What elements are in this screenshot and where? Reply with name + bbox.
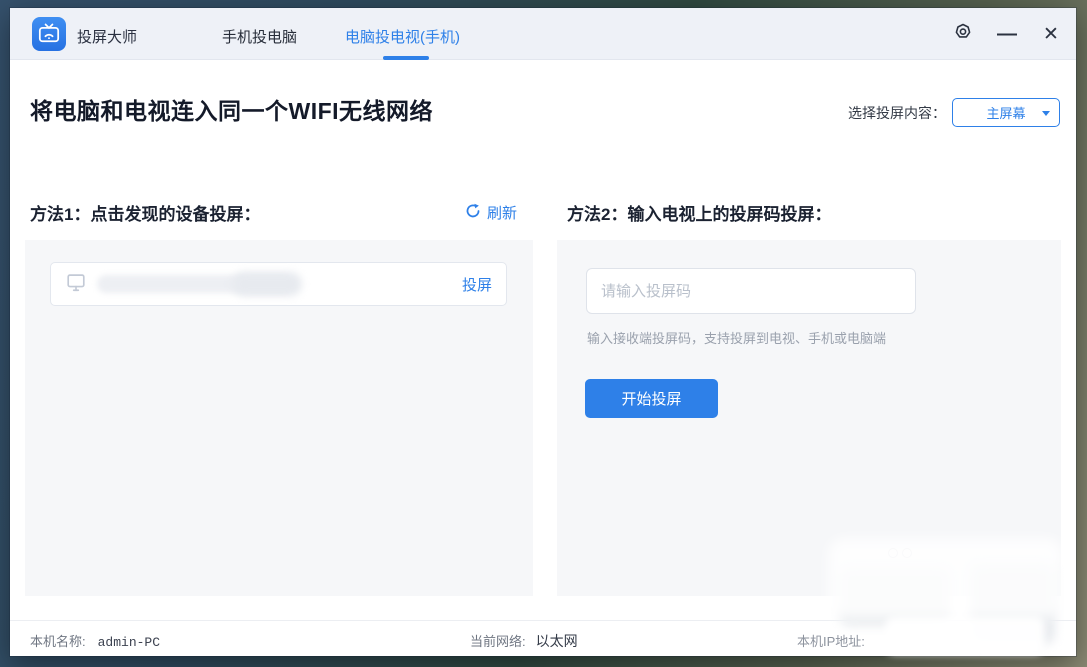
page-title: 将电脑和电视连入同一个WIFI无线网络 xyxy=(30,92,433,126)
titlebar: 投屏大师 手机投电脑 电脑投电视(手机) — ✕ xyxy=(10,8,1076,60)
current-network: 当前网络: 以太网 xyxy=(470,631,578,651)
statusbar: 本机名称: admin-PC 当前网络: 以太网 本机IP地址: xyxy=(10,620,1076,656)
method1-title: 方法1：点击发现的设备投屏： xyxy=(30,200,260,225)
app-title: 投屏大师 xyxy=(77,26,137,47)
cast-device-button[interactable]: 投屏 xyxy=(462,274,492,295)
tab-pc-to-tv[interactable]: 电脑投电视(手机) xyxy=(345,26,460,47)
cast-content-value: 主屏幕 xyxy=(986,103,1025,122)
minimize-button[interactable]: — xyxy=(996,23,1018,45)
host-name-value: admin-PC xyxy=(98,635,160,650)
close-icon: ✕ xyxy=(1043,23,1059,46)
start-cast-button[interactable]: 开始投屏 xyxy=(585,379,718,418)
host-name: 本机名称: admin-PC xyxy=(30,631,160,650)
network-value: 以太网 xyxy=(536,633,578,649)
chevron-down-icon xyxy=(1042,111,1050,116)
network-label: 当前网络: xyxy=(470,634,526,649)
active-tab-underline xyxy=(383,56,429,60)
cast-code-panel: 输入接收端投屏码，支持投屏到电视、手机或电脑端 开始投屏 xyxy=(557,240,1061,596)
close-button[interactable]: ✕ xyxy=(1040,23,1062,45)
cast-content-label: 选择投屏内容： xyxy=(848,103,946,123)
ip-address-label: 本机IP地址: xyxy=(797,631,865,650)
cast-content-row: 选择投屏内容： 主屏幕 xyxy=(848,98,1060,127)
cast-content-select[interactable]: 主屏幕 xyxy=(952,98,1060,127)
monitor-icon xyxy=(65,271,87,298)
refresh-label: 刷新 xyxy=(487,202,517,223)
cast-code-hint: 输入接收端投屏码，支持投屏到电视、手机或电脑端 xyxy=(587,328,886,347)
refresh-button[interactable]: 刷新 xyxy=(465,202,517,223)
settings-button[interactable] xyxy=(952,23,974,45)
window-controls: — ✕ xyxy=(952,8,1062,60)
device-name-redacted-blur xyxy=(232,272,302,296)
cast-code-input[interactable] xyxy=(586,268,916,314)
method2-title: 方法2：输入电视上的投屏码投屏： xyxy=(567,200,831,225)
refresh-icon xyxy=(465,203,481,223)
host-name-label: 本机名称: xyxy=(30,634,86,649)
app-logo-icon xyxy=(32,17,66,51)
gear-icon xyxy=(953,22,973,47)
device-row[interactable]: 投屏 xyxy=(50,262,507,306)
tab-phone-to-pc[interactable]: 手机投电脑 xyxy=(222,26,297,47)
device-list-panel: 投屏 xyxy=(25,240,533,596)
desktop-background: 投屏大师 手机投电脑 电脑投电视(手机) — ✕ xyxy=(0,0,1087,667)
app-window: 投屏大师 手机投电脑 电脑投电视(手机) — ✕ xyxy=(10,8,1076,656)
minimize-icon: — xyxy=(997,29,1017,39)
